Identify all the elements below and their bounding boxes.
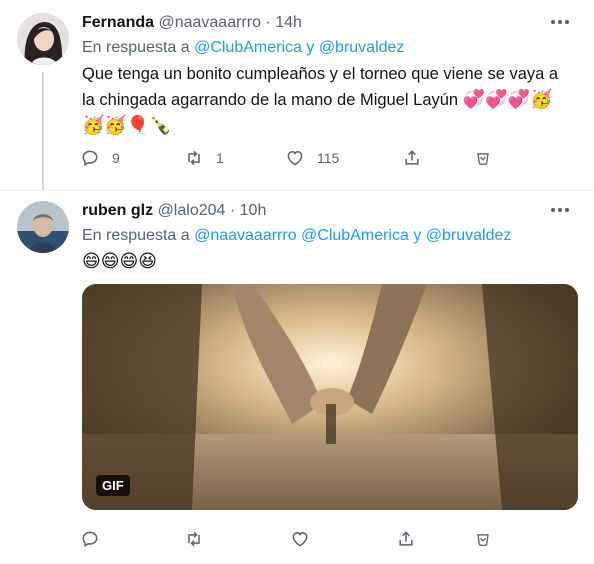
timestamp[interactable]: 14h	[275, 14, 302, 31]
reply-prefix: En respuesta a	[82, 39, 190, 56]
gif-media[interactable]: GIF	[82, 284, 578, 510]
emoji-text: 🥳🥳🎈🍾	[82, 115, 172, 136]
retweet-button[interactable]	[184, 528, 204, 550]
reply-button[interactable]: 9	[80, 147, 120, 169]
tweet-text-line: Que tenga un bonito cumpleaños y el torn…	[82, 65, 559, 83]
reply-and: y	[306, 39, 315, 56]
tip-button[interactable]	[473, 528, 493, 550]
share-button[interactable]	[402, 147, 422, 169]
display-name[interactable]: ruben glz	[82, 202, 153, 219]
reply-context: En respuesta a @ClubAmerica y @bruvaldez	[82, 39, 404, 57]
tweet-text-line: la chingada agarrando de la mano de Migu…	[82, 91, 459, 109]
like-button[interactable]: 115	[285, 147, 339, 169]
retweet-button[interactable]: 1	[184, 147, 224, 169]
action-bar	[80, 528, 500, 552]
separator-dot: ·	[229, 202, 236, 219]
tip-button[interactable]	[473, 147, 493, 169]
reply-count: 9	[112, 150, 120, 166]
gif-badge: GIF	[96, 475, 130, 496]
action-bar: 9 1 115	[80, 147, 500, 171]
mention-link[interactable]: @bruvaldez	[319, 39, 405, 56]
reply-button[interactable]	[80, 528, 100, 550]
display-name[interactable]: Fernanda	[82, 14, 154, 31]
like-count: 115	[317, 150, 340, 166]
avatar-ruben[interactable]	[17, 201, 69, 253]
share-icon	[405, 150, 419, 165]
heart-icon	[292, 531, 308, 547]
tweet-header: ruben glz @lalo204 · 10h	[82, 202, 266, 220]
reply-prefix: En respuesta a	[82, 227, 190, 244]
user-handle[interactable]: @lalo204	[158, 202, 226, 219]
tip-jar-icon	[477, 534, 489, 546]
separator-dot: ·	[265, 14, 271, 31]
tweet-text: Que tenga un bonito cumpleaños y el torn…	[82, 62, 572, 138]
reply-icon	[82, 531, 98, 548]
reply-icon	[82, 150, 98, 167]
share-icon	[399, 531, 413, 546]
retweet-icon	[188, 150, 200, 166]
share-button[interactable]	[396, 528, 416, 550]
emoji-text: 💞💞💞🥳	[462, 89, 553, 110]
mention-link[interactable]: @bruvaldez	[426, 227, 512, 244]
mention-link[interactable]: @ClubAmerica	[301, 227, 409, 244]
reply-and: y	[413, 227, 422, 244]
mention-link[interactable]: @ClubAmerica	[194, 39, 302, 56]
retweet-count: 1	[216, 150, 224, 166]
heart-icon	[287, 150, 303, 166]
more-horizontal-icon[interactable]	[548, 200, 572, 220]
reply-context: En respuesta a @naavaaarrro @ClubAmerica…	[82, 227, 511, 245]
tweet-ruben[interactable]: ruben glz @lalo204 · 10h En respuesta a …	[0, 190, 594, 564]
gif-image	[82, 284, 578, 510]
mention-link[interactable]: @naavaaarrro	[194, 227, 297, 244]
tweet-header: Fernanda @naavaaarrro · 14h	[82, 14, 302, 32]
emoji-text: 😄😄😄😆	[82, 251, 158, 272]
user-handle[interactable]: @naavaaarrro	[158, 14, 261, 31]
timestamp[interactable]: 10h	[240, 202, 267, 219]
retweet-icon	[188, 531, 200, 547]
thread-line	[42, 72, 44, 190]
tweet-fernanda[interactable]: Fernanda @naavaaarrro · 14h En respuesta…	[0, 0, 594, 190]
tip-jar-icon	[477, 153, 489, 165]
avatar-fernanda[interactable]	[17, 13, 69, 65]
like-button[interactable]	[290, 528, 310, 550]
more-horizontal-icon[interactable]	[548, 12, 572, 32]
